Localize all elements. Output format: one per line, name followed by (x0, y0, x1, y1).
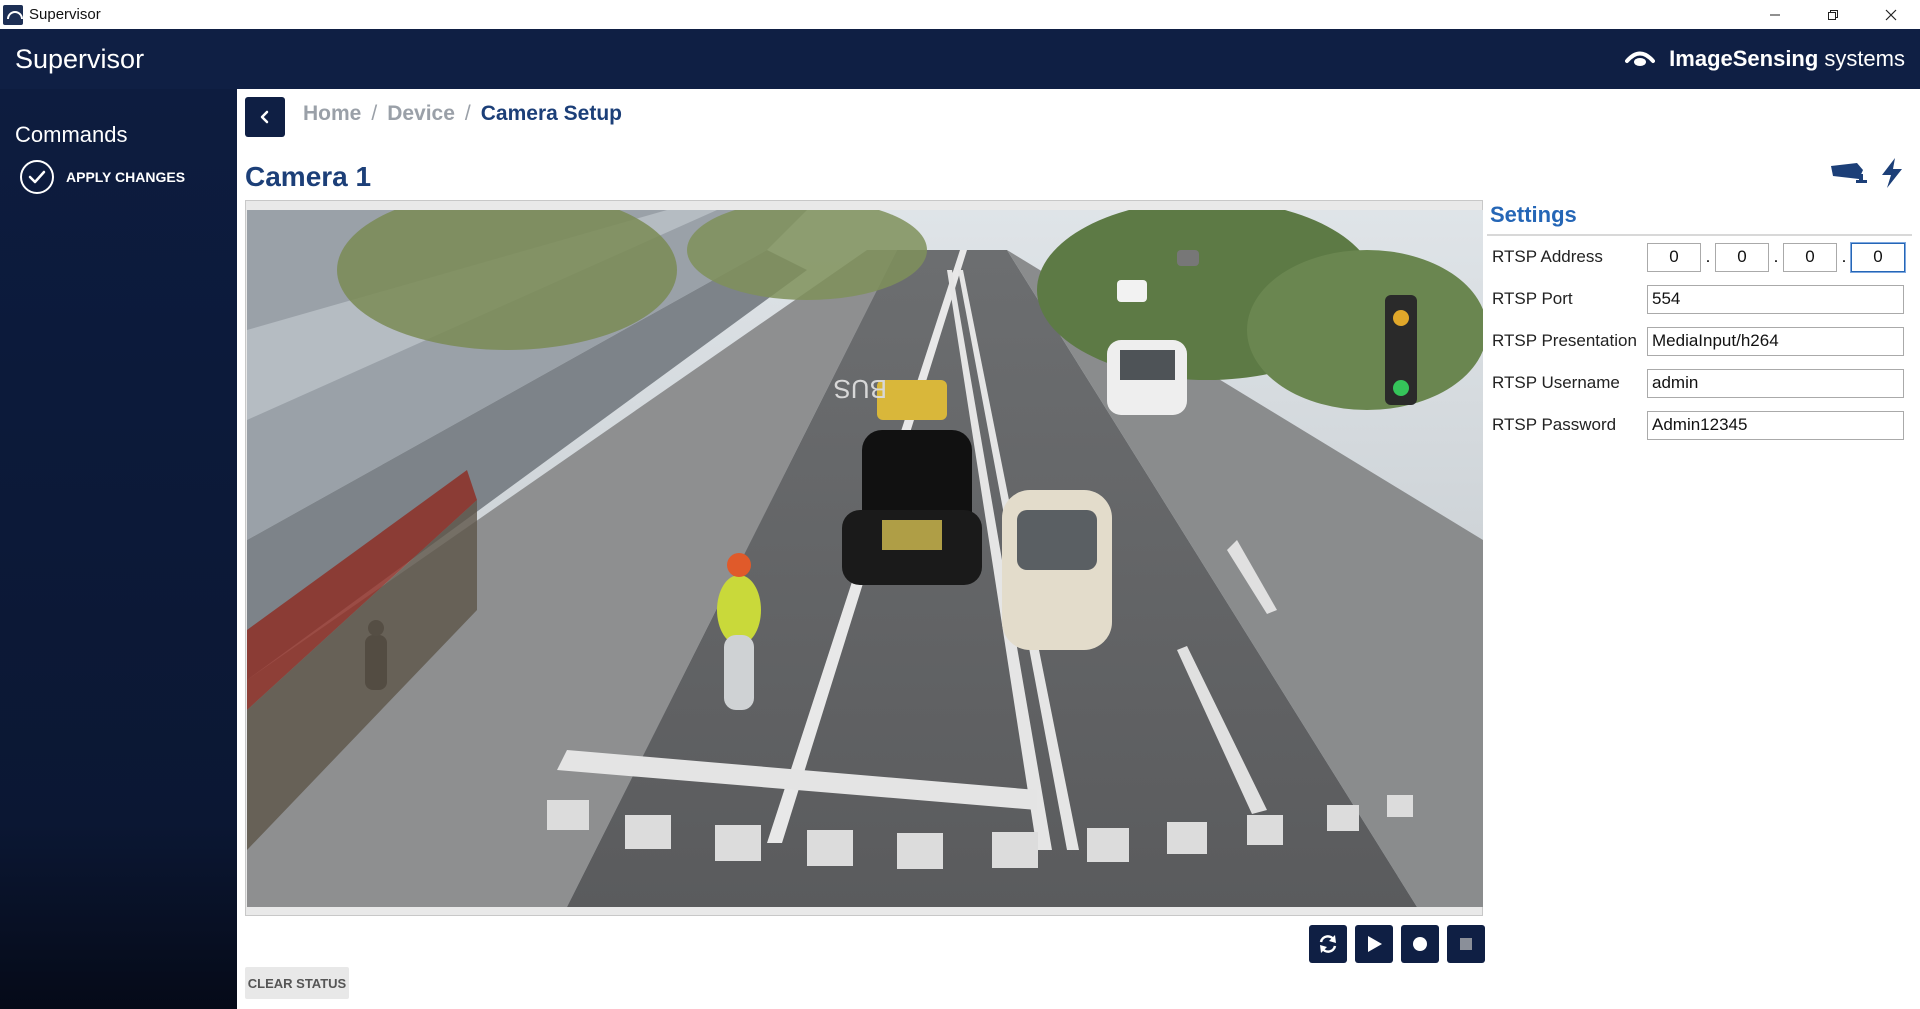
breadcrumb: Home / Device / Camera Setup (303, 102, 622, 126)
app-logo-icon (3, 4, 23, 25)
minimize-icon[interactable] (1746, 0, 1804, 29)
rtsp-address-field: . . . (1647, 242, 1905, 272)
play-icon (1368, 936, 1382, 952)
camera-video-feed[interactable]: BUS (247, 210, 1483, 907)
app-header: Supervisor ImageSensing systems (0, 29, 1920, 89)
rtsp-address-octet-3[interactable] (1783, 242, 1837, 272)
traffic-scene-image: BUS (247, 210, 1483, 907)
breadcrumb-device[interactable]: Device (387, 102, 455, 126)
sidebar: Commands APPLY CHANGES (0, 89, 237, 1009)
brand-logo: ImageSensing systems (1625, 29, 1905, 89)
rtsp-username-label: RTSP Username (1492, 373, 1620, 392)
rtsp-presentation-input[interactable] (1647, 326, 1904, 356)
back-button[interactable] (245, 97, 285, 137)
settings-title: Settings (1487, 202, 1912, 236)
apply-changes-label: APPLY CHANGES (66, 169, 186, 185)
rtsp-address-octet-1[interactable] (1647, 242, 1701, 272)
rtsp-presentation-label: RTSP Presentation (1492, 331, 1637, 350)
rtsp-address-octet-4[interactable] (1851, 242, 1905, 272)
rtsp-password-label: RTSP Password (1492, 415, 1617, 434)
breadcrumb-separator: / (371, 102, 378, 125)
security-camera-icon[interactable] (1829, 160, 1869, 186)
camera-status-icons (1829, 157, 1905, 189)
rtsp-address-label: RTSP Address (1492, 247, 1603, 266)
rtsp-port-input[interactable] (1647, 284, 1904, 314)
svg-text:BUS: BUS (834, 374, 887, 404)
apply-changes-button[interactable]: APPLY CHANGES (20, 160, 237, 194)
rtsp-address-octet-2[interactable] (1715, 242, 1769, 272)
video-controls (1309, 925, 1485, 963)
rtsp-password-row: RTSP Password (1487, 404, 1912, 446)
stop-button[interactable] (1447, 925, 1485, 963)
breadcrumb-camera-setup: Camera Setup (480, 102, 622, 125)
record-icon (1413, 937, 1427, 951)
settings-panel: Settings RTSP Address . . . RTSP Port RT… (1487, 202, 1912, 446)
brand-name-strong: ImageSensing (1669, 46, 1819, 71)
main-content: Home / Device / Camera Setup Camera 1 BU… (237, 89, 1920, 1009)
breadcrumb-home[interactable]: Home (303, 102, 361, 126)
rtsp-port-label: RTSP Port (1492, 289, 1573, 308)
rtsp-address-row: RTSP Address . . . (1487, 236, 1912, 278)
ip-dot: . (1705, 247, 1711, 266)
refresh-icon (1319, 935, 1337, 953)
chevron-left-icon (260, 110, 269, 124)
rtsp-presentation-row: RTSP Presentation (1487, 320, 1912, 362)
breadcrumb-separator: / (464, 102, 471, 125)
restore-icon[interactable] (1804, 0, 1862, 29)
page-title: Camera 1 (245, 161, 372, 192)
app-name: Supervisor (15, 43, 145, 74)
lightning-icon[interactable] (1879, 157, 1905, 189)
rtsp-username-input[interactable] (1647, 368, 1904, 398)
record-button[interactable] (1401, 925, 1439, 963)
clear-status-button[interactable]: CLEAR STATUS (245, 967, 349, 999)
rtsp-password-input[interactable] (1647, 410, 1904, 440)
imagesensing-logo-icon (1625, 51, 1656, 66)
window-title: Supervisor (29, 6, 101, 23)
ip-dot: . (1773, 247, 1779, 266)
brand-name-light: systems (1824, 46, 1905, 71)
window-controls (1746, 0, 1920, 29)
rtsp-username-row: RTSP Username (1487, 362, 1912, 404)
ip-dot: . (1841, 247, 1847, 266)
rtsp-port-row: RTSP Port (1487, 278, 1912, 320)
close-icon[interactable] (1862, 0, 1920, 29)
sidebar-heading: Commands (15, 122, 128, 147)
window-titlebar: Supervisor (0, 0, 1920, 29)
play-button[interactable] (1355, 925, 1393, 963)
stop-icon (1460, 938, 1472, 950)
refresh-button[interactable] (1309, 925, 1347, 963)
camera-video-frame: BUS (245, 200, 1483, 916)
check-circle-icon (20, 160, 54, 194)
